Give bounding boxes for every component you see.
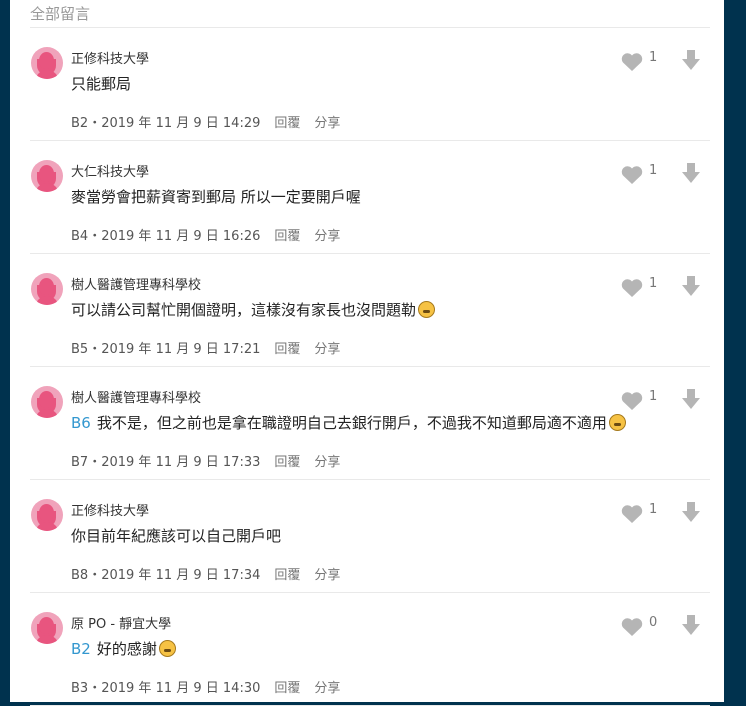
- comment-time: 2019 年 11 月 9 日 17:34: [101, 568, 261, 583]
- comment-content: B6 我不是，但之前也是拿在職證明自己去銀行開戶，不過我不知道郵局適不適用: [71, 412, 626, 433]
- reply-button[interactable]: 回覆: [274, 681, 300, 696]
- comment-time: 2019 年 11 月 9 日 17:33: [101, 455, 261, 470]
- comment-item: 正修科技大學 只能郵局 B2・2019 年 11 月 9 日 14:29 回覆 分享 1: [30, 27, 710, 140]
- comment-item: 大仁科技大學麥當勞會把薪資寄到郵局 所以一定要開戶喔 B4・2019 年 11 月…: [30, 140, 710, 253]
- crying-face-emoji-icon: [158, 640, 176, 657]
- comment-author: 正修科技大學: [71, 52, 150, 67]
- comment-item: 正修科技大學你目前年紀應該可以自己開戶吧 B8・2019 年 11 月 9 日 1…: [30, 479, 710, 592]
- arrow-down-icon[interactable]: [681, 501, 701, 523]
- comment-content: 可以請公司幫忙開個證明，這樣沒有家長也沒問題勒: [71, 299, 436, 320]
- comment-meta: B8・2019 年 11 月 9 日 17:34 回覆 分享: [71, 564, 340, 583]
- floor-label: B3: [71, 681, 89, 696]
- comment-item: 樹人醫護管理專科學校 B6 我不是，但之前也是拿在職證明自己去銀行開戶，不過我不知道…: [30, 366, 710, 479]
- avatar[interactable]: [31, 273, 63, 305]
- like-count: 1: [649, 276, 658, 291]
- comment-text: 只能郵局: [71, 75, 132, 93]
- like-count: 0: [649, 615, 658, 630]
- comment-meta: B5・2019 年 11 月 9 日 17:21 回覆 分享: [71, 338, 340, 357]
- arrow-down-icon[interactable]: [681, 614, 701, 636]
- comment-text: 可以請公司幫忙開個證明，這樣沒有家長也沒問題勒: [71, 301, 417, 319]
- comment-author: 原 PO - 靜宜大學: [71, 617, 172, 632]
- share-button[interactable]: 分享: [314, 455, 340, 470]
- like-count: 1: [649, 502, 658, 517]
- comment-item: 樹人醫護管理專科學校可以請公司幫忙開個證明，這樣沒有家長也沒問題勒 B5・2019…: [30, 253, 710, 366]
- comment-content: 你目前年紀應該可以自己開戶吧: [71, 525, 281, 546]
- reply-button[interactable]: 回覆: [274, 568, 300, 583]
- comment-meta: B2・2019 年 11 月 9 日 14:29 回覆 分享: [71, 112, 340, 131]
- comment-text: 好的感謝: [96, 640, 157, 658]
- arrow-down-icon[interactable]: [681, 388, 701, 410]
- heart-icon[interactable]: [620, 52, 644, 72]
- reply-button[interactable]: 回覆: [274, 455, 300, 470]
- dot-separator: ・: [88, 342, 102, 357]
- like-count: 1: [649, 50, 658, 65]
- comment-time: 2019 年 11 月 9 日 16:26: [101, 229, 261, 244]
- floor-label: B5: [71, 342, 89, 357]
- dot-separator: ・: [88, 681, 102, 696]
- comment-author: 正修科技大學: [71, 504, 150, 519]
- avatar[interactable]: [31, 386, 63, 418]
- heart-icon[interactable]: [620, 504, 644, 524]
- grimace-emoji-icon: [418, 301, 436, 318]
- comment-content: 麥當勞會把薪資寄到郵局 所以一定要開戶喔: [71, 186, 361, 207]
- reply-button[interactable]: 回覆: [274, 229, 300, 244]
- like-count: 1: [649, 389, 658, 404]
- comment-author: 樹人醫護管理專科學校: [71, 391, 202, 406]
- dot-separator: ・: [88, 229, 102, 244]
- avatar[interactable]: [31, 499, 63, 531]
- arrow-down-icon[interactable]: [681, 162, 701, 184]
- reply-button[interactable]: 回覆: [274, 342, 300, 357]
- avatar[interactable]: [31, 160, 63, 192]
- comment-item: 原 PO - 靜宜大學 B2 好的感謝 B3・2019 年 11 月 9 日 14:3…: [30, 592, 710, 705]
- heart-icon[interactable]: [620, 278, 644, 298]
- share-button[interactable]: 分享: [314, 342, 340, 357]
- heart-icon[interactable]: [620, 391, 644, 411]
- dot-separator: ・: [88, 568, 102, 583]
- share-button[interactable]: 分享: [314, 229, 340, 244]
- floor-label: B8: [71, 568, 89, 583]
- dot-separator: ・: [88, 455, 102, 470]
- avatar[interactable]: [31, 47, 63, 79]
- heart-icon[interactable]: [620, 165, 644, 185]
- comment-meta: B4・2019 年 11 月 9 日 16:26 回覆 分享: [71, 225, 340, 244]
- comment-text: 麥當勞會把薪資寄到郵局 所以一定要開戶喔: [71, 188, 361, 206]
- comment-content: 只能郵局: [71, 73, 131, 94]
- mention-link[interactable]: B2: [71, 640, 91, 658]
- comment-time: 2019 年 11 月 9 日 17:21: [101, 342, 261, 357]
- arrow-down-icon[interactable]: [681, 49, 701, 71]
- section-title: 全部留言: [30, 5, 91, 23]
- floor-label: B2: [71, 116, 89, 131]
- comment-author: 大仁科技大學: [71, 165, 150, 180]
- comment-text: 你目前年紀應該可以自己開戶吧: [71, 527, 282, 545]
- comment-time: 2019 年 11 月 9 日 14:30: [101, 681, 261, 696]
- like-count: 1: [649, 163, 658, 178]
- comments-panel: 全部留言 正修科技大學 只能郵局 B2・2019 年 11 月 9 日 14:29 回…: [10, 0, 724, 706]
- dizzy-face-emoji-icon: [608, 414, 626, 431]
- dot-separator: ・: [88, 116, 102, 131]
- mention-link[interactable]: B6: [71, 414, 91, 432]
- share-button[interactable]: 分享: [314, 116, 340, 131]
- comment-meta: B7・2019 年 11 月 9 日 17:33 回覆 分享: [71, 451, 340, 470]
- share-button[interactable]: 分享: [314, 568, 340, 583]
- comment-content: B2 好的感謝: [71, 638, 176, 659]
- floor-label: B7: [71, 455, 89, 470]
- avatar[interactable]: [31, 612, 63, 644]
- comment-time: 2019 年 11 月 9 日 14:29: [101, 116, 261, 131]
- comment-meta: B3・2019 年 11 月 9 日 14:30 回覆 分享: [71, 677, 340, 696]
- heart-icon[interactable]: [620, 617, 644, 637]
- floor-label: B4: [71, 229, 89, 244]
- arrow-down-icon[interactable]: [681, 275, 701, 297]
- comment-author: 樹人醫護管理專科學校: [71, 278, 202, 293]
- comment-text: 我不是，但之前也是拿在職證明自己去銀行開戶，不過我不知道郵局適不適用: [96, 414, 607, 432]
- share-button[interactable]: 分享: [314, 681, 340, 696]
- reply-button[interactable]: 回覆: [274, 116, 300, 131]
